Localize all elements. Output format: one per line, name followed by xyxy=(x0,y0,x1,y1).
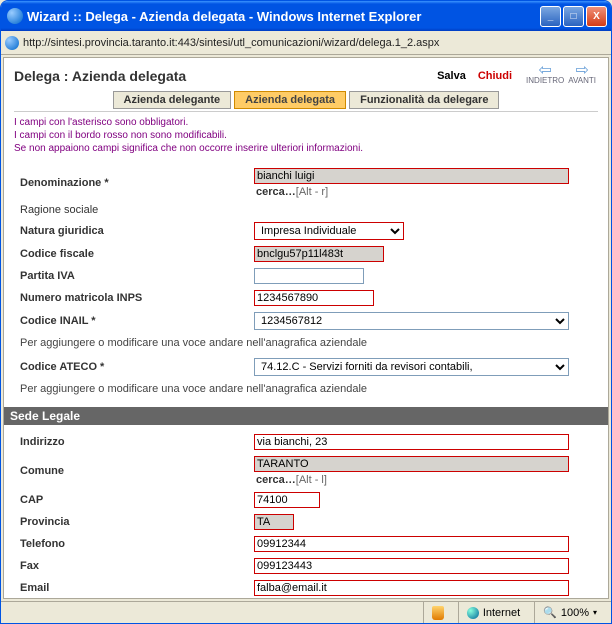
statusbar: Internet 🔍 100% ▾ xyxy=(1,601,611,623)
ateco-label: Codice ATECO * xyxy=(14,361,254,373)
email-label: Email xyxy=(14,582,254,594)
telefono-label: Telefono xyxy=(14,538,254,550)
provincia-label: Provincia xyxy=(14,516,254,528)
minimize-button[interactable]: _ xyxy=(540,6,561,27)
section-sede-legale: Sede Legale xyxy=(4,407,608,425)
tab-delegata[interactable]: Azienda delegata xyxy=(234,91,346,109)
piva-label: Partita IVA xyxy=(14,270,254,282)
address-bar: http://sintesi.provincia.taranto.it:443/… xyxy=(1,31,611,55)
denominazione-input[interactable] xyxy=(254,168,569,184)
comune-label: Comune xyxy=(14,465,254,477)
ragione-label: Ragione sociale xyxy=(14,204,254,216)
inps-input[interactable] xyxy=(254,290,374,306)
url-text[interactable]: http://sintesi.provincia.taranto.it:443/… xyxy=(23,37,439,49)
close-window-button[interactable]: X xyxy=(586,6,607,27)
tab-funzionalita[interactable]: Funzionalità da delegare xyxy=(349,91,499,109)
natura-label: Natura giuridica xyxy=(14,225,254,237)
zone-label: Internet xyxy=(483,607,520,619)
arrow-left-icon: ⇦ xyxy=(538,66,551,76)
save-button[interactable]: Salva xyxy=(437,70,466,82)
content-area: Delega : Azienda delegata Salva Chiudi ⇦… xyxy=(3,57,609,599)
inail-select[interactable]: 1234567812 xyxy=(254,312,569,330)
tab-delegante[interactable]: Azienda delegante xyxy=(113,91,232,109)
ateco-select[interactable]: 74.12.C - Servizi forniti da revisori co… xyxy=(254,358,569,376)
shield-icon xyxy=(432,606,444,620)
indirizzo-input[interactable] xyxy=(254,434,569,450)
note-anagrafica-1: Per aggiungere o modificare una voce and… xyxy=(14,333,598,355)
maximize-button[interactable]: □ xyxy=(563,6,584,27)
inps-label: Numero matricola INPS xyxy=(14,292,254,304)
hint-text: I campi con l'asterisco sono obbligatori… xyxy=(14,116,598,155)
window-title: Wizard :: Delega - Azienda delegata - Wi… xyxy=(27,9,540,24)
page-icon xyxy=(5,36,19,50)
denominazione-label: Denominazione * xyxy=(14,177,254,189)
comune-input[interactable] xyxy=(254,456,569,472)
back-button[interactable]: ⇦ INDIETRO xyxy=(524,66,566,85)
ie-icon xyxy=(7,8,23,24)
provincia-input[interactable] xyxy=(254,514,294,530)
app-window: Wizard :: Delega - Azienda delegata - Wi… xyxy=(0,0,612,624)
cap-input[interactable] xyxy=(254,492,320,508)
close-button[interactable]: Chiudi xyxy=(478,70,512,82)
forward-button[interactable]: ⇨ AVANTI xyxy=(566,66,598,85)
piva-input[interactable] xyxy=(254,268,364,284)
titlebar: Wizard :: Delega - Azienda delegata - Wi… xyxy=(1,1,611,31)
tab-bar: Azienda delegante Azienda delegata Funzi… xyxy=(14,91,598,112)
fax-label: Fax xyxy=(14,560,254,572)
arrow-right-icon: ⇨ xyxy=(575,66,588,76)
indirizzo-label: Indirizzo xyxy=(14,436,254,448)
globe-icon xyxy=(467,607,479,619)
cap-label: CAP xyxy=(14,494,254,506)
cerca-denominazione-link[interactable]: cerca…[Alt - r] xyxy=(256,186,598,198)
cerca-comune-link[interactable]: cerca…[Alt - l] xyxy=(256,474,598,486)
natura-select[interactable]: Impresa Individuale xyxy=(254,222,404,240)
zoom-control[interactable]: 🔍 100% ▾ xyxy=(534,602,605,623)
cf-input[interactable] xyxy=(254,246,384,262)
telefono-input[interactable] xyxy=(254,536,569,552)
fax-input[interactable] xyxy=(254,558,569,574)
note-anagrafica-2: Per aggiungere o modificare una voce and… xyxy=(14,379,598,401)
email-input[interactable] xyxy=(254,580,569,596)
page-title: Delega : Azienda delegata xyxy=(14,68,186,84)
cf-label: Codice fiscale xyxy=(14,248,254,260)
inail-label: Codice INAIL * xyxy=(14,315,254,327)
